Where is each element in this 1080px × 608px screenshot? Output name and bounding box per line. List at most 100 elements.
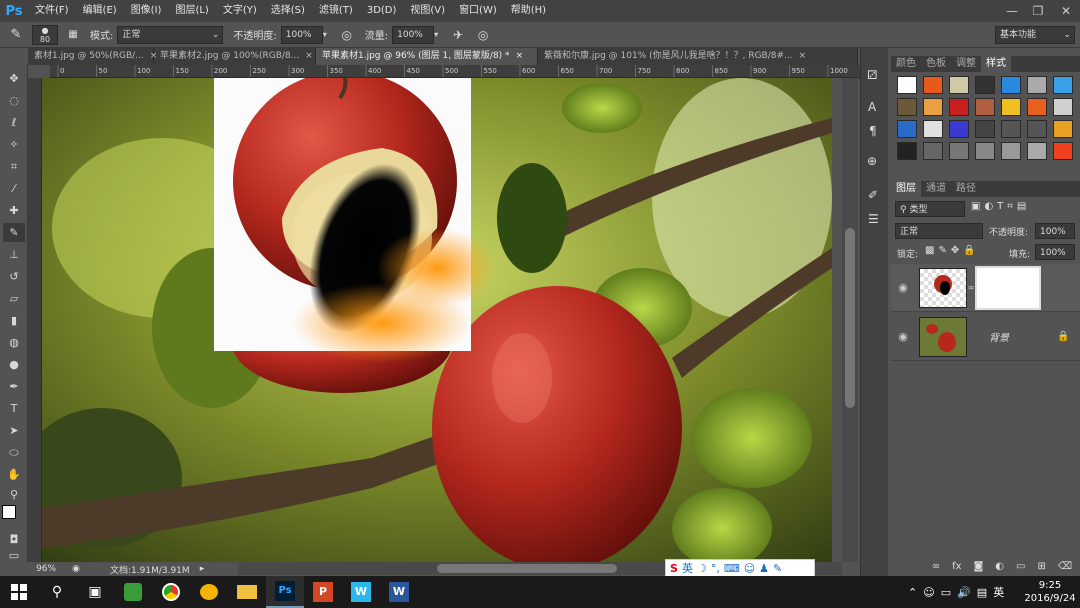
style-swatch[interactable] [1001, 142, 1021, 160]
layer-row-background[interactable]: ◉ 背景 🔒 [891, 313, 1080, 361]
menu-select[interactable]: 选择(S) [264, 0, 312, 22]
style-swatch[interactable] [923, 120, 943, 138]
history-panel-icon[interactable]: ⚂ [867, 68, 877, 82]
app-icon-3[interactable] [190, 576, 228, 608]
eye-icon[interactable]: ◉ [891, 330, 915, 343]
style-swatch[interactable] [897, 76, 917, 94]
people-icon[interactable]: ☺ [923, 586, 934, 599]
layer-filter-select[interactable]: ⚲ 类型 [895, 201, 965, 217]
gradient-tool-icon[interactable]: ▮ [3, 311, 25, 330]
restore-button[interactable]: ❐ [1026, 0, 1050, 22]
tab-adjustments[interactable]: 调整 [951, 56, 981, 72]
menu-view[interactable]: 视图(V) [403, 0, 452, 22]
close-icon[interactable]: × [305, 48, 313, 65]
eraser-tool-icon[interactable]: ▱ [3, 289, 25, 308]
zoom-tool-icon[interactable]: ⚲ [3, 485, 25, 504]
style-swatch[interactable] [923, 76, 943, 94]
style-swatch[interactable] [1001, 120, 1021, 138]
tab-paths[interactable]: 路径 [951, 181, 981, 197]
fx-icon[interactable]: fx [952, 561, 961, 576]
blur-tool-icon[interactable]: ◍ [3, 333, 25, 352]
trash-icon[interactable]: ⌫ [1058, 561, 1072, 576]
app-icon-1[interactable] [114, 576, 152, 608]
dodge-tool-icon[interactable]: ● [3, 355, 25, 374]
screen-mode-icon[interactable]: ▭ [3, 546, 25, 565]
layer-name[interactable]: 背景 [989, 329, 1057, 344]
layer-opacity-input[interactable]: 100% [1035, 223, 1075, 239]
style-swatch[interactable] [897, 98, 917, 116]
vertical-scrollbar[interactable] [842, 78, 858, 562]
user-icon[interactable]: ☺ [744, 562, 755, 575]
style-swatch[interactable] [923, 98, 943, 116]
powerpoint-icon[interactable]: P [304, 576, 342, 608]
tab-doc-4[interactable]: 紫薇和尔康.jpg @ 101% (你是风儿我是啥？！？, RGB/8#... × [538, 48, 858, 65]
status-menu-icon[interactable]: ◉ [68, 564, 84, 574]
word-icon[interactable]: W [380, 576, 418, 608]
marquee-tool-icon[interactable]: ◌ [3, 91, 25, 110]
tab-doc-3[interactable]: 苹果素材1.jpg @ 96% (图层 1, 图层蒙版/8) * × [316, 48, 538, 65]
style-swatch[interactable] [975, 76, 995, 94]
close-button[interactable]: ✕ [1054, 0, 1078, 22]
opacity-input[interactable]: 100% [280, 25, 323, 44]
new-layer-icon[interactable]: ⊞ [1037, 561, 1045, 576]
clone-source-icon[interactable]: ⊕ [867, 154, 877, 168]
style-swatch[interactable] [1027, 98, 1047, 116]
scroll-thumb[interactable] [845, 228, 855, 408]
eyedropper-tool-icon[interactable]: ⁄ [3, 179, 25, 198]
input-lang[interactable]: 英 [993, 584, 1004, 600]
tab-styles[interactable]: 样式 [981, 56, 1011, 72]
style-swatch[interactable] [975, 142, 995, 160]
opacity-dropdown-icon[interactable]: ▾ [323, 30, 333, 39]
close-icon[interactable]: × [516, 48, 524, 65]
menu-image[interactable]: 图像(I) [124, 0, 169, 22]
character-panel-icon[interactable]: A [868, 100, 876, 114]
chrome-icon[interactable] [152, 576, 190, 608]
hand-tool-icon[interactable]: ✋ [3, 465, 25, 484]
style-swatch[interactable] [1027, 120, 1047, 138]
notification-icon[interactable]: ▤ [977, 586, 987, 599]
add-mask-icon[interactable]: ◙ [974, 561, 984, 576]
tool-presets-icon[interactable]: ✐ [868, 188, 878, 202]
scroll-thumb[interactable] [437, 564, 617, 573]
menu-help[interactable]: 帮助(H) [504, 0, 553, 22]
style-swatch[interactable] [1027, 76, 1047, 94]
link-layers-icon[interactable]: ∞ [932, 561, 940, 576]
keyboard-icon[interactable]: ⌨ [724, 562, 740, 575]
tab-color[interactable]: 颜色 [891, 56, 921, 72]
start-button[interactable] [0, 576, 38, 608]
style-swatch[interactable] [949, 142, 969, 160]
file-explorer-icon[interactable] [228, 576, 266, 608]
chevron-up-icon[interactable]: ⌃ [908, 586, 917, 599]
style-swatch[interactable] [1053, 98, 1073, 116]
eye-icon[interactable]: ◉ [891, 281, 915, 294]
clone-stamp-tool-icon[interactable]: ⊥ [3, 245, 25, 264]
tab-layers[interactable]: 图层 [891, 181, 921, 197]
status-arrow-icon[interactable]: ▸ [200, 564, 205, 574]
style-swatch[interactable] [975, 120, 995, 138]
menu-filter[interactable]: 滤镜(T) [312, 0, 360, 22]
brush-presets-icon[interactable]: ☰ [868, 212, 879, 226]
filter-icons[interactable]: ▣◐T⌗▤ [971, 201, 1030, 212]
style-swatch[interactable] [1001, 76, 1021, 94]
layer-row-1[interactable]: ◉ ∞ [891, 264, 1080, 312]
foreground-color-swatch[interactable] [2, 505, 16, 519]
minimize-button[interactable]: — [1000, 0, 1024, 22]
blend-mode-select[interactable]: 正常 [895, 223, 983, 239]
ime-toolbar[interactable]: S 英 ☽ °, ⌨ ☺ ♟ ✎ [665, 559, 815, 577]
style-swatch[interactable] [949, 120, 969, 138]
search-icon[interactable]: ⚲ [38, 576, 76, 608]
zoom-value[interactable]: 96% [28, 564, 68, 574]
healing-brush-tool-icon[interactable]: ✚ [3, 201, 25, 220]
style-swatch[interactable] [949, 76, 969, 94]
workspace-select[interactable]: 基本功能 ⌄ [995, 25, 1075, 44]
path-select-tool-icon[interactable]: ➤ [3, 421, 25, 440]
pressure-opacity-icon[interactable]: ◎ [333, 28, 361, 42]
menu-window[interactable]: 窗口(W) [452, 0, 504, 22]
tab-swatches[interactable]: 色板 [921, 56, 951, 72]
photoshop-taskbar-icon[interactable]: Ps [266, 576, 304, 608]
shirt-icon[interactable]: ♟ [759, 562, 769, 575]
link-icon[interactable]: ∞ [967, 283, 975, 292]
menu-file[interactable]: 文件(F) [28, 0, 76, 22]
style-swatch[interactable] [923, 142, 943, 160]
menu-3d[interactable]: 3D(D) [360, 0, 404, 22]
